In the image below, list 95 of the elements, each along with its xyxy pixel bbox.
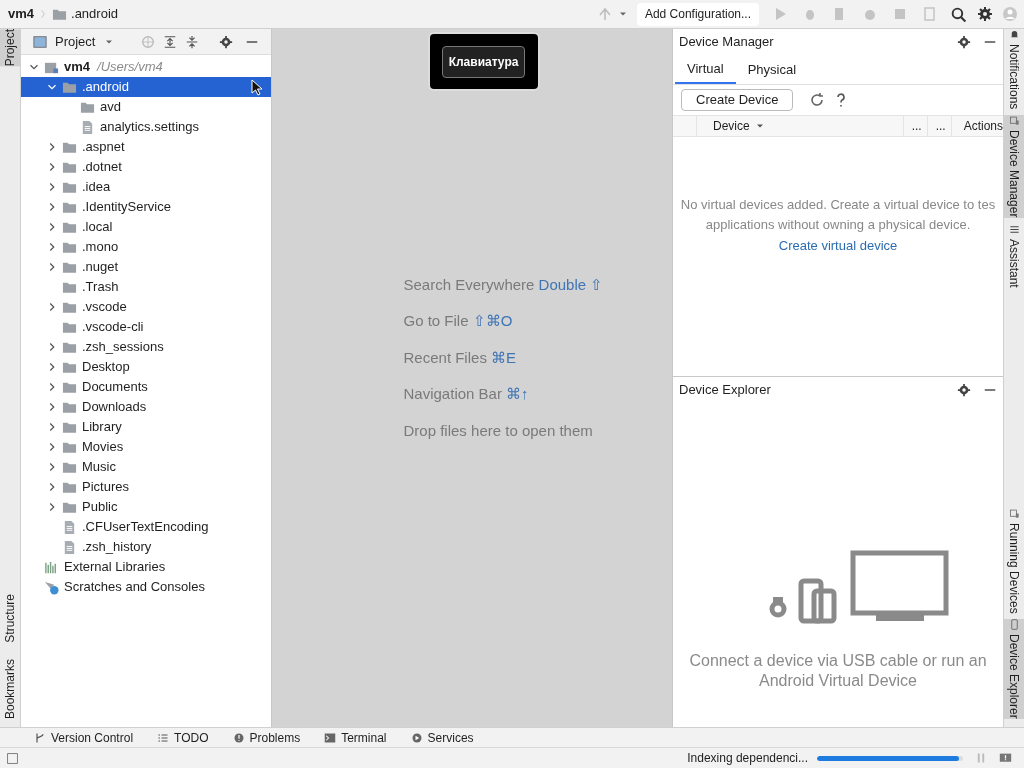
tree-item-label: Scratches and Consoles bbox=[64, 578, 205, 597]
tree-item-label: .idea bbox=[82, 178, 111, 197]
editor-hint: Search Everywhere Double ⇧ bbox=[403, 274, 605, 295]
collapse-all-icon[interactable] bbox=[184, 34, 199, 49]
tree-item-label: analytics.settings bbox=[100, 118, 199, 137]
panel-title: Device Manager bbox=[679, 33, 775, 52]
side-tab[interactable]: Project bbox=[0, 29, 20, 67]
file-icon bbox=[80, 119, 95, 135]
tree-item-label: Movies bbox=[82, 438, 124, 457]
tree-item-label: .vscode bbox=[82, 298, 127, 317]
side-tab[interactable]: Device Explorer bbox=[1004, 619, 1024, 719]
services-icon bbox=[410, 731, 423, 744]
side-tab[interactable]: Bookmarks bbox=[0, 658, 20, 719]
run-configuration-button[interactable]: Add Configuration... bbox=[636, 2, 759, 26]
side-tab[interactable]: Assistant bbox=[1004, 223, 1024, 288]
shortcut-label: ⌘E bbox=[491, 348, 517, 366]
tree-item-label: vm4 bbox=[64, 58, 91, 77]
tree-item-label: Downloads bbox=[82, 398, 147, 417]
tree-item-label: .local bbox=[82, 218, 113, 237]
alert-icon bbox=[232, 731, 245, 744]
empty-message: applications without owning a physical device. bbox=[705, 216, 971, 234]
branch-icon bbox=[34, 731, 46, 744]
event-log-icon[interactable] bbox=[999, 751, 1012, 765]
tab[interactable]: Physical bbox=[735, 55, 809, 84]
device-explorer-message: Connect a device via USB cable or run an Android Virtual Device bbox=[688, 651, 988, 691]
tree-item-label: .Trash bbox=[82, 278, 119, 297]
breadcrumb-item[interactable]: vm4 bbox=[8, 4, 35, 24]
expand-all-icon[interactable] bbox=[162, 34, 177, 49]
project-icon bbox=[33, 34, 47, 49]
tool-window-button[interactable]: TODO bbox=[157, 728, 209, 747]
search-icon[interactable] bbox=[950, 5, 967, 23]
tree-item-label: .mono bbox=[82, 238, 119, 257]
side-tab[interactable]: Device Manager bbox=[1004, 115, 1024, 218]
side-tab[interactable]: Structure bbox=[0, 594, 20, 643]
file-icon bbox=[62, 519, 77, 535]
tree-item-label: Library bbox=[82, 418, 122, 437]
tree-item-label: Documents bbox=[82, 378, 148, 397]
empty-message: No virtual devices added. Create a virtual device to tes bbox=[680, 196, 996, 214]
tree-item-label: .android bbox=[82, 78, 129, 97]
tree-item-label: Music bbox=[82, 458, 116, 477]
tooltip-label: Клавиатура bbox=[441, 45, 526, 78]
tree-item-label: .CFUserTextEncoding bbox=[82, 518, 209, 537]
refresh-icon[interactable] bbox=[809, 92, 826, 108]
tree-row[interactable]: .android bbox=[21, 77, 271, 97]
editor-hint: Go to File ⇧⌘O bbox=[403, 311, 514, 332]
editor-hint: Recent Files ⌘E bbox=[403, 347, 518, 368]
tool-window-icon bbox=[1008, 619, 1020, 631]
tree-item-label: .vscode-cli bbox=[82, 318, 144, 337]
settings-icon[interactable] bbox=[977, 6, 993, 22]
shortcut-label: ⇧⌘O bbox=[472, 312, 513, 330]
side-tab[interactable]: Running Devices bbox=[1004, 507, 1024, 614]
panel-toggle-icon[interactable] bbox=[6, 751, 19, 765]
settings-icon[interactable] bbox=[957, 35, 971, 49]
tree-item-label: Pictures bbox=[82, 478, 129, 497]
side-tab[interactable]: Notifications bbox=[1004, 29, 1024, 110]
tool-window-button[interactable]: Problems bbox=[232, 728, 301, 747]
panel-title: Device Explorer bbox=[679, 381, 772, 400]
column-header[interactable]: ... bbox=[902, 116, 927, 136]
tool-window-button[interactable]: Version Control bbox=[34, 728, 134, 747]
cursor-icon bbox=[248, 78, 265, 96]
shortcut-label: Double ⇧ bbox=[538, 275, 604, 293]
tree-item-label: .nuget bbox=[82, 258, 119, 277]
editor-hint: Drop files here to open them bbox=[403, 420, 594, 441]
tree-item-label: Public bbox=[82, 498, 118, 517]
settings-icon[interactable] bbox=[957, 383, 971, 397]
create-device-button[interactable]: Create Device bbox=[681, 89, 794, 111]
path-label: /Users/vm4 bbox=[97, 58, 163, 77]
tool-window-icon bbox=[1008, 507, 1020, 519]
file-icon bbox=[62, 539, 77, 555]
settings-icon[interactable] bbox=[218, 34, 233, 49]
breadcrumb-item[interactable]: .android bbox=[71, 4, 118, 24]
shortcut-label: ⌘↑ bbox=[506, 385, 529, 403]
terminal-icon bbox=[324, 731, 337, 744]
tool-window-button[interactable]: Terminal bbox=[324, 728, 387, 747]
tool-window-icon bbox=[1008, 223, 1020, 235]
status-text: Indexing dependenci... bbox=[687, 750, 808, 767]
tree-item-label: Desktop bbox=[82, 358, 130, 377]
project-view-dropdown[interactable]: Project bbox=[55, 31, 96, 52]
tree-item-label: avd bbox=[100, 98, 121, 117]
library-icon bbox=[44, 559, 59, 575]
editor-hint: Navigation Bar ⌘↑ bbox=[403, 384, 530, 405]
scratch-icon bbox=[44, 579, 59, 595]
tree-item-label: .dotnet bbox=[82, 158, 122, 177]
column-header[interactable]: ... bbox=[926, 116, 951, 136]
tree-item-label: .zsh_sessions bbox=[82, 338, 164, 357]
tree-item-label: External Libraries bbox=[64, 558, 166, 577]
tree-item-label: .zsh_history bbox=[82, 538, 152, 557]
tree-item-label: .IdentityService bbox=[82, 198, 171, 217]
tab[interactable]: Virtual bbox=[675, 55, 736, 84]
tool-window-button[interactable]: Services bbox=[410, 728, 474, 747]
column-header[interactable]: Device bbox=[696, 116, 903, 136]
list-icon bbox=[157, 731, 170, 744]
create-virtual-device-link[interactable]: Create virtual device bbox=[778, 235, 898, 257]
tool-window-icon bbox=[1008, 115, 1020, 127]
tree-item-label: .aspnet bbox=[82, 138, 125, 157]
